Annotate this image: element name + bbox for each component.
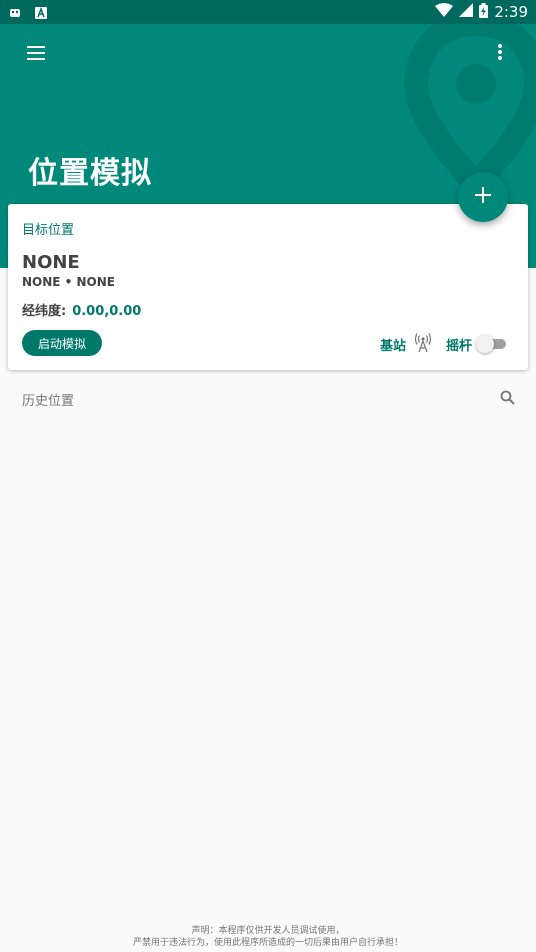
disclaimer: 声明：本程序仅供开发人员调试使用， 严禁用于违法行为，使用此程序所造成的一切后果… [0, 925, 536, 949]
disclaimer-line-1: 声明：本程序仅供开发人员调试使用， [191, 926, 345, 936]
start-simulation-button[interactable]: 启动模拟 [22, 330, 102, 356]
joystick-toggle[interactable] [476, 335, 506, 353]
signal-icon [459, 3, 474, 21]
add-icon [475, 187, 491, 207]
history-title: 历史位置 [22, 394, 75, 409]
notification-icon [8, 5, 22, 19]
location-subtitle: NONE • NONE [22, 275, 115, 289]
location-name: NONE [22, 252, 80, 273]
status-time: 2:39 [494, 3, 528, 21]
coordinate-label: 经纬度: [22, 304, 67, 319]
status-bar: 2:39 [0, 0, 536, 24]
more-options-button[interactable] [484, 38, 516, 70]
menu-icon [27, 45, 45, 64]
joystick-label: 摇杆 [446, 339, 473, 354]
toggle-thumb [476, 335, 494, 353]
menu-button[interactable] [20, 38, 52, 70]
antenna-icon[interactable] [414, 333, 432, 353]
wifi-icon [435, 3, 454, 21]
page-title: 位置模拟 [28, 156, 152, 191]
coordinate-row: 经纬度: 0.00,0.00 [22, 300, 141, 319]
base-station-label[interactable]: 基站 [380, 335, 406, 354]
more-vert-icon [498, 44, 502, 64]
add-location-button[interactable] [458, 172, 508, 222]
app-icon [34, 5, 48, 19]
coordinate-value: 0.00,0.00 [72, 304, 142, 319]
card-label: 目标位置 [22, 223, 75, 238]
target-location-card: 目标位置 NONE NONE • NONE 经纬度: 0.00,0.00 启动模拟… [8, 204, 528, 370]
search-icon [500, 390, 515, 409]
disclaimer-line-2: 严禁用于违法行为，使用此程序所造成的一切后果由用户自行承担！ [132, 938, 403, 948]
history-search-button[interactable] [496, 388, 518, 410]
battery-icon [479, 2, 489, 22]
